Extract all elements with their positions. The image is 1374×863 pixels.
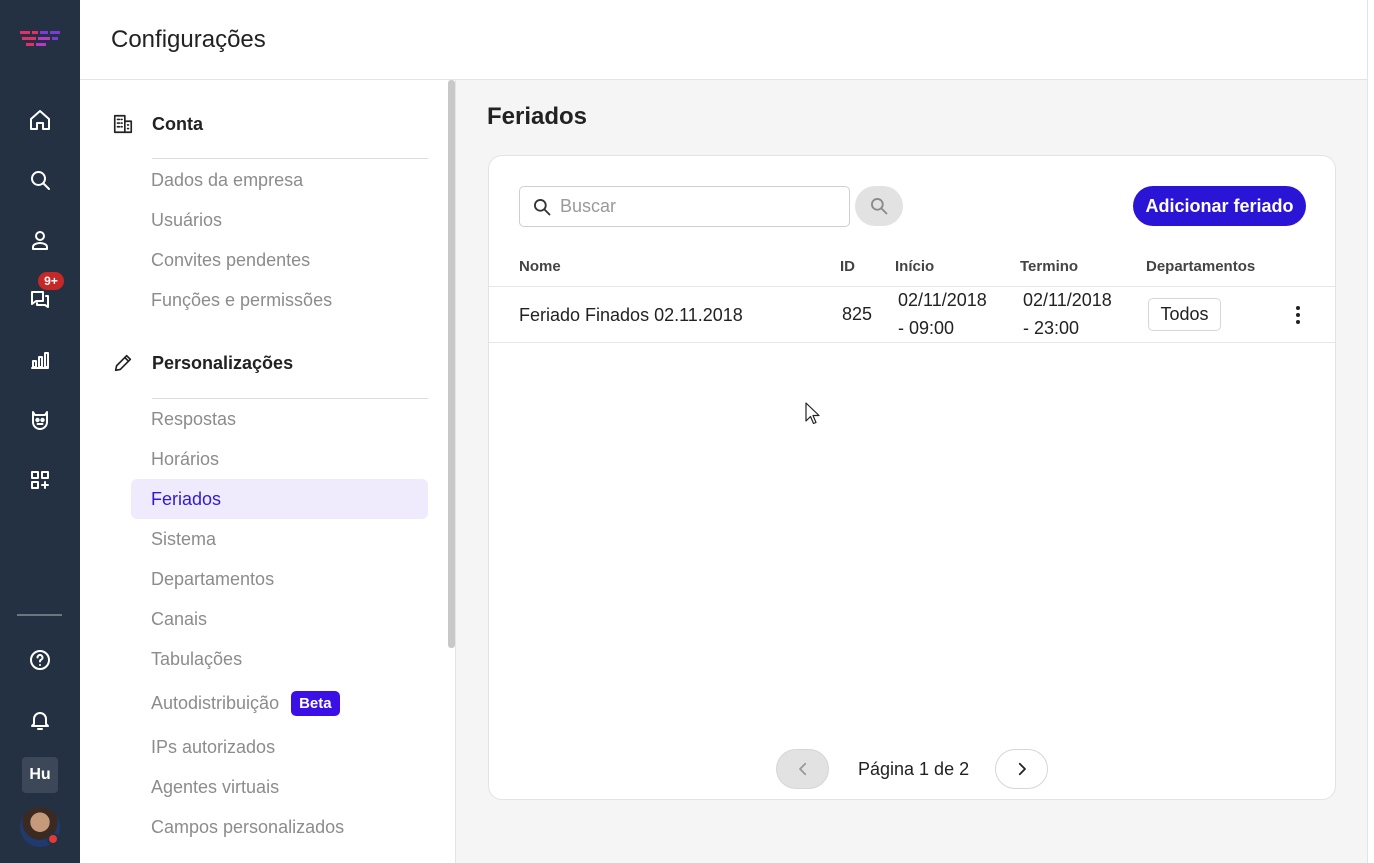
- mouse-cursor-icon: [805, 402, 820, 425]
- bot-icon[interactable]: [26, 406, 54, 434]
- reports-icon[interactable]: [26, 346, 54, 374]
- search-field[interactable]: [519, 186, 850, 227]
- beta-badge: Beta: [291, 690, 340, 716]
- cell-inicio-date: 02/11/2018: [898, 290, 987, 310]
- settings-sidebar: Conta Dados da empresa Usuários Convites…: [80, 80, 456, 863]
- column-header-nome[interactable]: Nome: [519, 258, 561, 275]
- sidebar-item-convites[interactable]: Convites pendentes: [131, 240, 428, 280]
- section-title: Conta: [152, 113, 203, 134]
- sidebar-item-respostas[interactable]: Respostas: [131, 399, 428, 439]
- chat-icon[interactable]: [26, 286, 54, 314]
- search-icon: [534, 198, 551, 215]
- cell-termino-time: - 23:00: [1023, 318, 1080, 338]
- cell-id: 825: [842, 304, 873, 324]
- holidays-card: Adicionar feriado Nome ID Início Termino…: [488, 155, 1336, 800]
- sidebar-item-canais[interactable]: Canais: [131, 599, 428, 639]
- rail-divider: [17, 614, 62, 616]
- section-divider: [152, 158, 428, 159]
- help-icon[interactable]: [26, 646, 54, 674]
- sidebar-item-ips[interactable]: IPs autorizados: [131, 727, 428, 767]
- sidebar-item-sistema[interactable]: Sistema: [131, 519, 428, 559]
- department-tag[interactable]: Todos: [1148, 298, 1221, 331]
- page-title: Configurações: [111, 26, 266, 53]
- column-header-inicio[interactable]: Início: [895, 258, 934, 275]
- section-personalizacoes: Personalizações: [112, 352, 293, 374]
- cell-termino: 02/11/2018 - 23:00: [1023, 286, 1112, 342]
- sidebar-item-feriados[interactable]: Feriados: [131, 479, 428, 519]
- search-icon: [871, 198, 888, 215]
- sidebar-item-label: Autodistribuição: [151, 692, 280, 713]
- sidebar-item-dados-empresa[interactable]: Dados da empresa: [131, 160, 428, 200]
- window-edge: [1367, 0, 1374, 863]
- chevron-right-icon: [1018, 762, 1026, 776]
- search-button[interactable]: [855, 186, 903, 226]
- sidebar-item-usuarios[interactable]: Usuários: [131, 200, 428, 240]
- column-header-termino[interactable]: Termino: [1020, 258, 1078, 275]
- add-holiday-button[interactable]: Adicionar feriado: [1133, 186, 1306, 226]
- section-conta: Conta: [112, 113, 203, 135]
- apps-icon[interactable]: [26, 466, 54, 494]
- more-options-icon[interactable]: [1287, 302, 1309, 328]
- search-input[interactable]: [560, 196, 830, 217]
- sidebar-item-horarios[interactable]: Horários: [131, 439, 428, 479]
- brand-logo[interactable]: [20, 28, 60, 50]
- section-title: Feriados: [487, 103, 588, 130]
- pagination-next-button[interactable]: [995, 749, 1048, 789]
- pagination-label: Página 1 de 2: [858, 759, 970, 779]
- chevron-left-icon: [798, 762, 806, 776]
- sidebar-item-autodistribuicao[interactable]: Autodistribuição Beta: [131, 683, 428, 723]
- sidebar-item-agentes[interactable]: Agentes virtuais: [131, 767, 428, 807]
- top-header: Configurações: [80, 0, 1367, 80]
- cell-nome: Feriado Finados 02.11.2018: [519, 305, 743, 325]
- user-icon[interactable]: [26, 226, 54, 254]
- sidebar-item-tabulacoes[interactable]: Tabulações: [131, 639, 428, 679]
- sidebar-item-departamentos[interactable]: Departamentos: [131, 559, 428, 599]
- building-icon: [113, 114, 133, 134]
- sidebar-item-funcoes[interactable]: Funções e permissões: [131, 280, 428, 320]
- search-icon[interactable]: [26, 166, 54, 194]
- cell-termino-date: 02/11/2018: [1023, 290, 1112, 310]
- sidebar-scrollbar[interactable]: [448, 80, 455, 648]
- column-header-id[interactable]: ID: [840, 258, 855, 275]
- chat-badge: 9+: [38, 272, 64, 290]
- pagination-prev-button[interactable]: [776, 749, 829, 789]
- status-dot: [47, 833, 59, 845]
- bell-icon[interactable]: [26, 706, 54, 734]
- section-title: Personalizações: [152, 352, 294, 373]
- cell-inicio-time: - 09:00: [898, 318, 955, 338]
- pencil-icon: [114, 354, 132, 372]
- column-header-departamentos[interactable]: Departamentos: [1146, 258, 1255, 275]
- table-divider: [489, 342, 1335, 343]
- workspace-button[interactable]: Hu: [22, 757, 58, 793]
- home-icon[interactable]: [26, 106, 54, 134]
- cell-inicio: 02/11/2018 - 09:00: [898, 286, 987, 342]
- sidebar-item-campos[interactable]: Campos personalizados: [131, 807, 428, 847]
